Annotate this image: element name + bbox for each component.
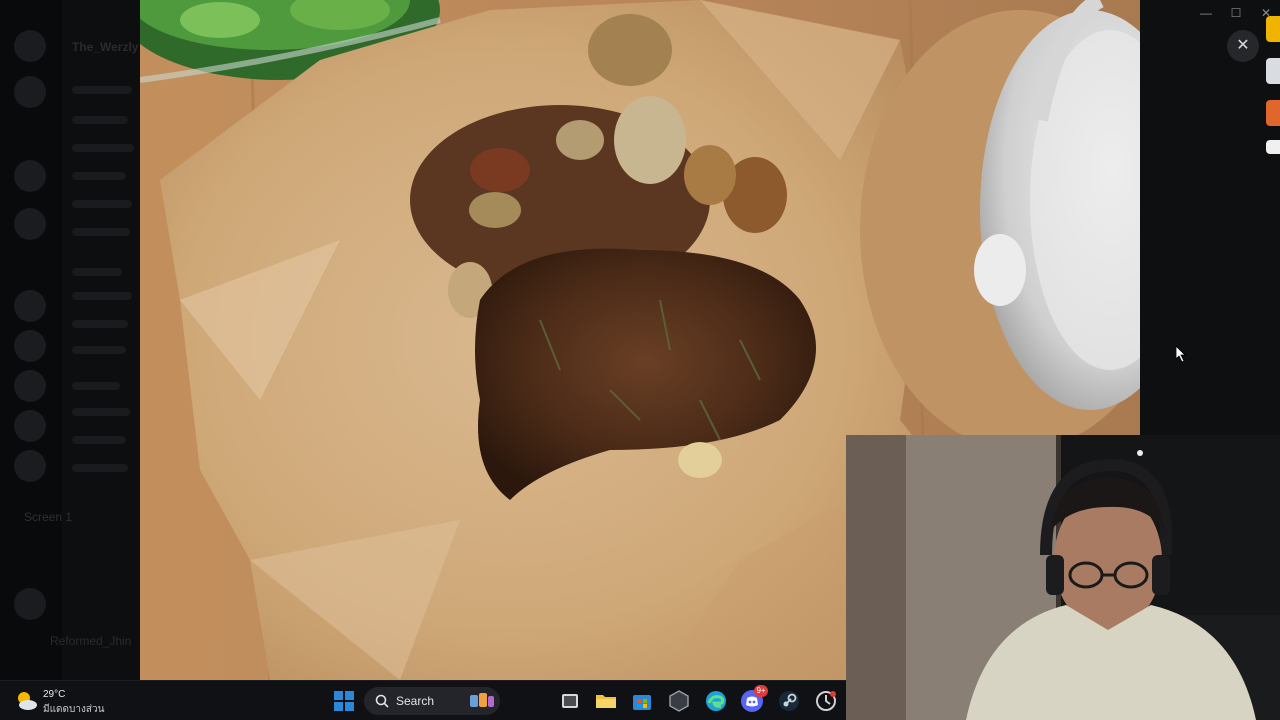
channel-row — [72, 464, 128, 472]
task-view-icon[interactable] — [558, 689, 582, 713]
channel-row — [72, 320, 128, 328]
discord-channel-sidebar: The_Werzly Screen 1 Reformed_Jhin — [0, 0, 140, 680]
discord-icon[interactable]: 9+ — [740, 685, 768, 713]
server-title: The_Werzly — [72, 40, 139, 54]
channel-row — [72, 144, 134, 152]
partly-sunny-icon — [18, 692, 37, 710]
webcam-feed — [846, 435, 1280, 720]
server-icon — [14, 370, 46, 402]
user-name: Reformed_Jhin — [50, 634, 132, 648]
close-viewer-button[interactable]: ✕ — [1227, 30, 1259, 62]
mouse-cursor-icon — [1175, 345, 1186, 367]
side-tab[interactable] — [1266, 16, 1280, 42]
channel-row — [72, 172, 126, 180]
viewer-side-area — [1140, 0, 1280, 435]
channel-row — [72, 346, 126, 354]
channel-row — [72, 228, 130, 236]
channel-row — [72, 436, 126, 444]
weather-temperature: 29°C — [43, 689, 66, 700]
stream-screen-label: Screen 1 — [24, 510, 73, 524]
side-tab[interactable] — [1266, 140, 1280, 154]
steam-icon[interactable] — [777, 689, 801, 713]
file-explorer-icon[interactable] — [594, 689, 618, 713]
search-highlight-icon — [470, 693, 494, 707]
windows-start-icon[interactable] — [332, 689, 356, 713]
weather-widget[interactable]: 29°C มีแดดบางส่วน — [14, 687, 134, 715]
server-icon — [14, 208, 46, 240]
channel-row — [72, 268, 122, 276]
channel-row — [72, 292, 132, 300]
search-icon — [375, 694, 389, 708]
weather-description: มีแดดบางส่วน — [43, 704, 105, 715]
side-tab[interactable] — [1266, 58, 1280, 84]
app-icon[interactable] — [667, 689, 691, 713]
server-icon — [14, 588, 46, 620]
channel-row — [72, 382, 120, 390]
webcam-overlay — [846, 435, 1280, 720]
channel-row — [72, 200, 132, 208]
app-icon[interactable] — [814, 689, 838, 713]
side-tab[interactable] — [1266, 100, 1280, 126]
server-icon — [14, 290, 46, 322]
server-icon — [14, 76, 46, 108]
taskbar: 29°C มีแดดบางส่วน Search 9+ — [0, 680, 846, 720]
server-icon — [14, 450, 46, 482]
taskbar-search[interactable]: Search — [364, 687, 500, 715]
server-icon — [14, 160, 46, 192]
microsoft-store-icon[interactable] — [630, 689, 654, 713]
discord-notification-badge: 9+ — [754, 685, 768, 697]
minimize-button[interactable]: — — [1196, 6, 1216, 20]
search-label: Search — [396, 694, 435, 708]
server-icon — [14, 30, 46, 62]
screen: The_Werzly Screen 1 Reformed_Jhin — ☐ ✕ … — [0, 0, 1280, 720]
channel-row — [72, 408, 130, 416]
discord-server-list — [0, 0, 62, 680]
channel-row — [72, 86, 132, 94]
server-icon — [14, 410, 46, 442]
channel-row — [72, 116, 128, 124]
edge-icon[interactable] — [704, 689, 728, 713]
maximize-button[interactable]: ☐ — [1226, 6, 1246, 20]
server-icon — [14, 330, 46, 362]
